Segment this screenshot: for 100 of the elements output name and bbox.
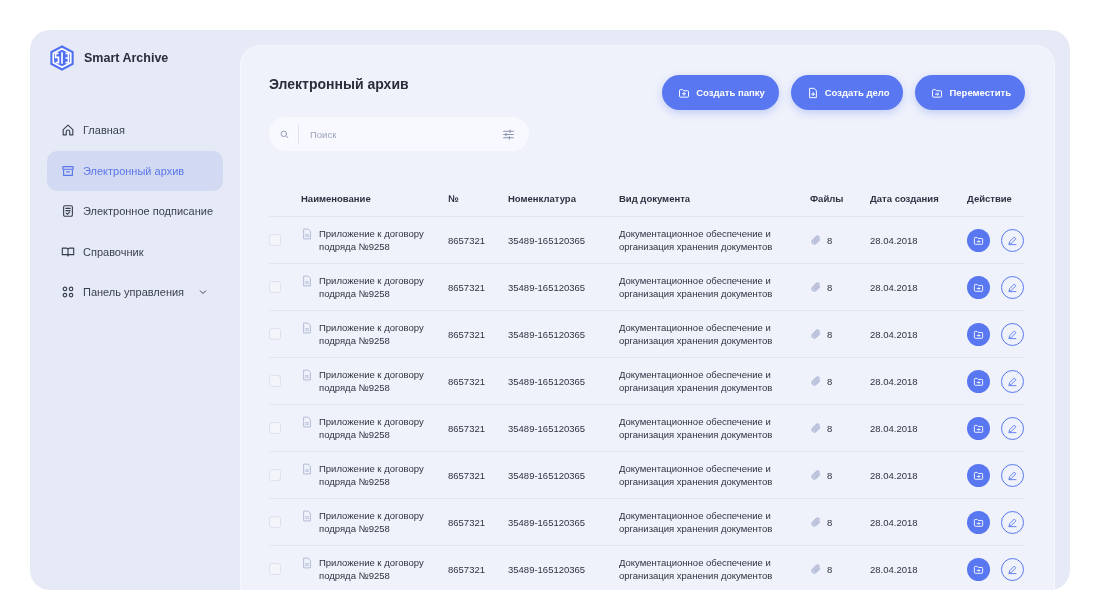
table-cell-text: 28.04.2018 [870,375,919,387]
file-count: 8 [827,281,833,293]
sidebar-item[interactable]: Электронное подписание [47,191,223,231]
table-cell-text: 8657321 [448,469,486,481]
folder-arrow-icon [973,281,984,293]
action-button[interactable]: Переместить [915,75,1025,110]
table-cell-text: 35489-165120365 [508,328,587,340]
file-count: 8 [827,328,833,340]
folder-arrow-icon [973,469,984,481]
paperclip-icon [810,375,822,387]
paperclip-icon [810,234,822,246]
folder-arrow-icon [973,328,984,340]
pencil-icon [1007,422,1018,434]
document-icon [301,228,313,240]
file-count: 8 [827,563,833,575]
column-header: Файлы [810,193,845,204]
pencil-icon [1007,281,1018,293]
table-cell-text: 35489-165120365 [508,516,587,528]
move-button[interactable] [967,228,990,252]
action-button[interactable]: Создать дело [790,75,904,110]
document-icon [301,557,313,569]
home-icon [61,123,75,137]
document-name: Приложение к договору подряда №9258 [319,321,425,347]
edit-button[interactable] [1001,369,1024,393]
move-button[interactable] [967,369,990,393]
folder-arrow-icon [973,422,984,434]
table-cell-text: 8657321 [448,281,486,293]
table-cell-text: 28.04.2018 [870,234,919,246]
pencil-icon [1007,328,1018,340]
table-cell-text: 28.04.2018 [870,563,919,575]
document-name: Приложение к договору подряда №9258 [319,368,425,394]
document-icon [301,416,313,428]
table-cell-text: Документационное обеспечение и организация хранения документов [619,462,774,488]
pencil-icon [1007,563,1018,575]
table-cell-text: Документационное обеспечение и организация хранения документов [619,227,774,253]
table-cell-text: 8657321 [448,563,486,575]
document-name: Приложение к договору подряда №9258 [319,462,425,488]
table-cell-text: 8657321 [448,516,486,528]
folder-arrow-icon [973,234,984,246]
table-cell-text: 28.04.2018 [870,281,919,293]
table-cell-text: Документационное обеспечение и организация хранения документов [619,368,774,394]
table-cell-text: 35489-165120365 [508,563,587,575]
document-icon [301,369,313,381]
paperclip-icon [810,422,822,434]
document-name: Приложение к договору подряда №9258 [319,227,425,253]
move-button[interactable] [967,322,990,346]
column-header: № [448,193,460,204]
app-name: Smart Archive [84,51,169,65]
file-plus-icon [806,86,819,99]
paperclip-icon [810,469,822,481]
file-count: 8 [827,516,833,528]
column-header: Дата создания [870,193,940,204]
file-count: 8 [827,234,833,246]
move-button[interactable] [967,510,990,534]
table-cell-text: 35489-165120365 [508,375,587,387]
logo-icon [48,44,76,72]
document-icon [301,322,313,334]
sidebar-item[interactable]: Справочник [47,231,223,272]
table-cell-text: 28.04.2018 [870,422,919,434]
document-name: Приложение к договору подряда №9258 [319,415,425,441]
move-button[interactable] [967,275,990,299]
paperclip-icon [810,328,822,340]
document-icon [301,275,313,287]
paperclip-icon [810,563,822,575]
move-button[interactable] [967,463,990,487]
filter-sliders-icon [502,128,515,141]
column-header: Вид документа [619,193,692,204]
folder-arrow-icon [931,86,944,99]
document-icon [301,463,313,475]
folder-arrow-icon [973,563,984,575]
table-cell-text: 8657321 [448,422,486,434]
file-count: 8 [827,469,833,481]
table-cell-text: 8657321 [448,328,486,340]
search-field[interactable]: Поиск [269,117,529,151]
open-book-icon [61,244,75,259]
document-name: Приложение к договору подряда №9258 [319,556,425,582]
sidebar-item[interactable]: Панель управления [47,272,223,312]
page-title: Электронный архив [269,76,410,92]
pencil-icon [1007,375,1018,387]
file-count: 8 [827,375,833,387]
table-cell-text: 35489-165120365 [508,281,587,293]
pencil-icon [1007,516,1018,528]
sidebar-item[interactable]: Главная [47,110,223,150]
pencil-icon [1007,234,1018,246]
archive-box-icon [61,163,75,178]
table-cell-text: Документационное обеспечение и организация хранения документов [619,509,774,535]
move-button[interactable] [967,557,990,581]
action-button[interactable]: Создать папку [662,75,779,110]
document-icon [301,510,313,522]
table-cell-text: Документационное обеспечение и организация хранения документов [619,556,774,582]
paperclip-icon [810,281,822,293]
grid-icon [61,285,75,299]
move-button[interactable] [967,416,990,440]
column-header: Действие [967,193,1013,204]
table-cell-text: 8657321 [448,375,486,387]
table-cell-text: 35489-165120365 [508,234,587,246]
pencil-icon [1007,469,1018,481]
table-cell-text: 8657321 [448,234,486,246]
paperclip-icon [810,516,822,528]
table-cell-text: Документационное обеспечение и организация хранения документов [619,415,774,441]
